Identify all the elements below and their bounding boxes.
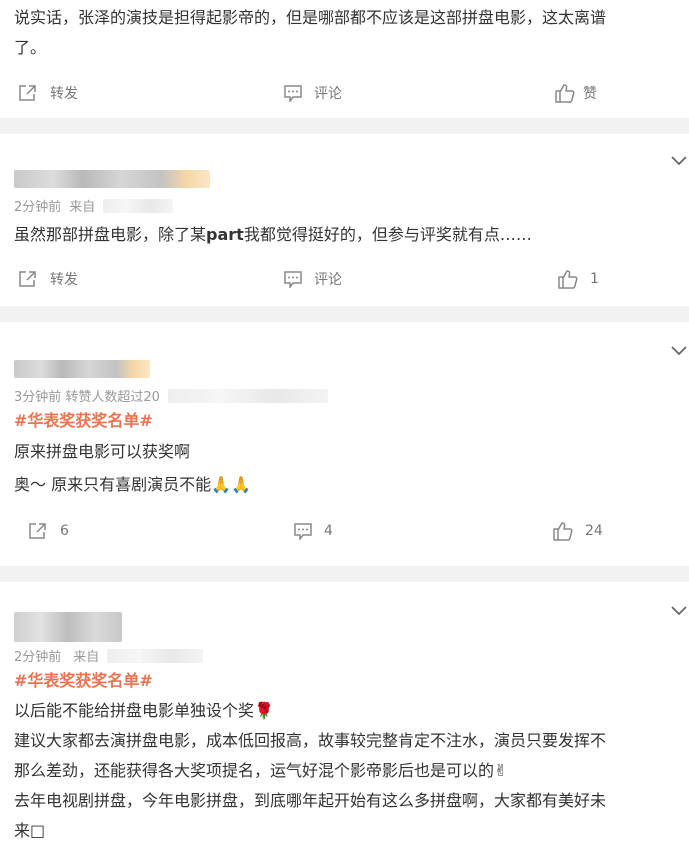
- comment-icon: [284, 84, 302, 102]
- divider: [0, 118, 689, 134]
- repost-label: 转发: [50, 272, 78, 288]
- repost-icon: [18, 84, 38, 102]
- post-text-after: 我都觉得挺好的，但参与评奖就有点……: [243, 225, 532, 244]
- repost-icon: [18, 270, 38, 288]
- post-meta: 2分钟前 来自: [14, 196, 174, 215]
- divider: [0, 306, 689, 322]
- comment-button[interactable]: 4: [294, 510, 333, 552]
- action-bar: 转发 评论 1: [0, 258, 689, 300]
- username-blurred[interactable]: [14, 170, 210, 188]
- post-text-before: 虽然那部拼盘电影，除了某: [14, 225, 207, 244]
- post-text-line: 去年电视剧拼盘，今年电影拼盘，到底哪年起开始有这么多拼盘啊，大家都有美好未: [14, 791, 607, 810]
- repost-count: 6: [60, 523, 69, 539]
- post-meta-blurred: [167, 388, 328, 403]
- post-source-prefix: 来自: [69, 200, 96, 215]
- post-2: 2分钟前 来自 虽然那部拼盘电影，除了某part我都觉得挺好的，但参与评奖就有点…: [0, 134, 689, 306]
- post-time: 2分钟前: [14, 650, 62, 665]
- post-text-line: 以后能不能给拼盘电影单独设个奖🌹: [14, 701, 274, 720]
- post-meta: 2分钟前 来自: [14, 646, 204, 665]
- action-bar: 转发 评论 赞: [0, 72, 689, 114]
- comment-count: 4: [324, 523, 333, 539]
- post-source-blurred: [103, 198, 174, 213]
- like-count: 1: [590, 271, 599, 287]
- comment-label: 评论: [314, 86, 342, 102]
- post-text-line: 说实话，张泽的演技是担得起影帝的，但是哪部都不应该是这部拼盘电影，这太离谱: [14, 8, 607, 27]
- chevron-down-icon[interactable]: [671, 156, 687, 166]
- repost-button[interactable]: 转发: [18, 72, 78, 114]
- comment-icon: [284, 270, 302, 288]
- comment-icon: [294, 522, 312, 540]
- repost-button[interactable]: 6: [28, 510, 69, 552]
- post-source-blurred: [107, 648, 204, 663]
- post-text-line: 来□: [14, 821, 46, 840]
- repost-label: 转发: [50, 86, 78, 102]
- chevron-down-icon[interactable]: [671, 346, 687, 356]
- comment-button[interactable]: 评论: [284, 258, 342, 300]
- post-source-prefix: 来自: [73, 650, 100, 665]
- post-text-line: 建议大家都去演拼盘电影，成本低回报高，故事较完整肯定不注水，演员只要发挥不: [14, 731, 607, 750]
- post-time: 2分钟前: [14, 200, 62, 215]
- like-button[interactable]: 赞: [555, 72, 597, 114]
- post-text-line: 奥～ 原来只有喜剧演员不能🙏🙏: [14, 475, 251, 494]
- like-count: 24: [585, 523, 603, 539]
- post-meta-text: 3分钟前 转赞人数超过20: [14, 390, 160, 405]
- repost-button[interactable]: 转发: [18, 258, 78, 300]
- username-blurred[interactable]: [14, 612, 122, 642]
- repost-icon: [28, 522, 48, 540]
- like-button[interactable]: 1: [558, 258, 599, 300]
- post-1: 说实话，张泽的演技是担得起影帝的，但是哪部都不应该是这部拼盘电影，这太离谱 了。…: [0, 0, 689, 118]
- like-icon: [555, 83, 575, 103]
- chevron-down-icon[interactable]: [671, 606, 687, 616]
- divider: [0, 566, 689, 582]
- post-3: 3分钟前 转赞人数超过20 #华表奖获奖名单# 原来拼盘电影可以获奖啊 奥～ 原…: [0, 322, 689, 566]
- comment-button[interactable]: 评论: [284, 72, 342, 114]
- post-4: 2分钟前 来自 #华表奖获奖名单# 以后能不能给拼盘电影单独设个奖🌹 建议大家都…: [0, 582, 689, 848]
- post-text-line: 原来拼盘电影可以获奖啊: [14, 442, 191, 461]
- like-icon: [558, 269, 578, 289]
- post-text: 虽然那部拼盘电影，除了某part我都觉得挺好的，但参与评奖就有点……: [14, 220, 532, 250]
- like-icon: [553, 521, 573, 541]
- post-meta: 3分钟前 转赞人数超过20: [14, 386, 328, 405]
- username-blurred[interactable]: [14, 360, 150, 378]
- hashtag-link[interactable]: #华表奖获奖名单#: [14, 406, 153, 436]
- action-bar: 6 4 24: [0, 510, 689, 552]
- hashtag-link[interactable]: #华表奖获奖名单#: [14, 666, 153, 696]
- like-label: 赞: [583, 86, 597, 102]
- post-text-line: 那么差劲，还能获得各大奖项提名，运气好混个影帝影后也是可以的✌: [14, 761, 508, 780]
- like-button[interactable]: 24: [553, 510, 603, 552]
- post-text-line: 了。: [14, 38, 47, 57]
- post-text-bold: part: [206, 225, 244, 244]
- comment-label: 评论: [314, 272, 342, 288]
